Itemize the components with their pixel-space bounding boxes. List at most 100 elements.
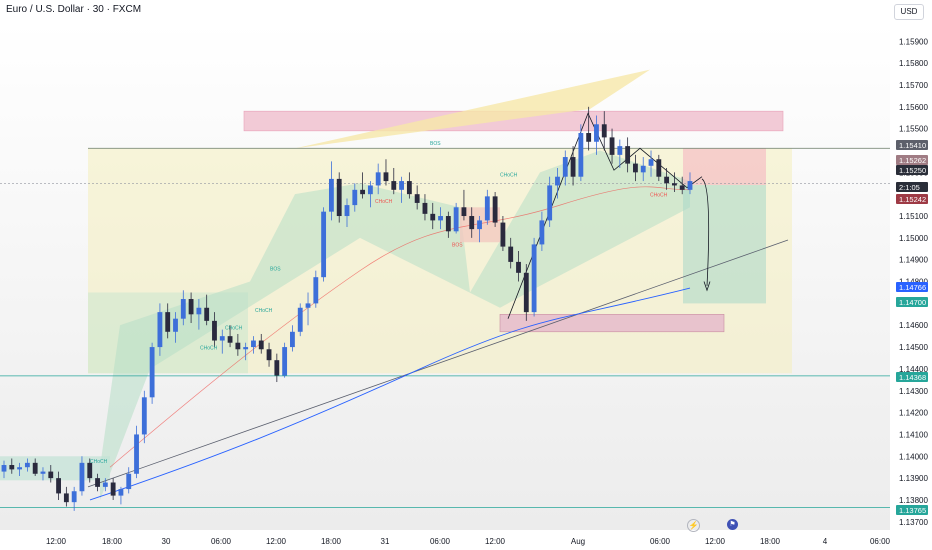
price-tick: 1.15900 (899, 37, 928, 46)
structure-label: CHoCH (90, 459, 108, 465)
candle-body (601, 124, 607, 138)
candle-body (430, 213, 436, 221)
candle-body (204, 307, 210, 321)
candle-body (188, 299, 194, 315)
candle-body (547, 185, 553, 221)
candle-body (321, 211, 327, 278)
price-tick: 1.13800 (899, 496, 928, 505)
candle-body (422, 202, 428, 214)
structure-label: CHoCH (650, 192, 668, 198)
candle-body (9, 465, 15, 470)
candle-body (523, 272, 529, 313)
candle-body (212, 320, 217, 341)
candle-body (290, 331, 295, 348)
candle-body (227, 336, 233, 343)
time-tick: 18:00 (102, 537, 123, 546)
structure-label: BOS (430, 141, 441, 147)
candlestick-chart[interactable]: BOS BOS CHoCH CHoCH CHoCH CHoCH CHoCH CHoCH CHoC… (0, 0, 932, 550)
candle-body (679, 185, 685, 190)
chart-title: Euro / U.S. Dollar · 30 · FXCM (6, 4, 142, 15)
candle-body (633, 163, 638, 173)
candle-body (516, 261, 521, 273)
price-tick: 1.14200 (899, 409, 928, 418)
time-tick: 4 (823, 537, 828, 546)
candle-body (243, 347, 249, 350)
time-tick: 18:00 (760, 537, 781, 546)
time-tick: 12:00 (705, 537, 726, 546)
price-tick: 1.14100 (899, 430, 928, 439)
candle-body (671, 183, 677, 186)
structure-label: CHoCH (255, 308, 273, 314)
time-tick: 06:00 (870, 537, 891, 546)
candle-body (383, 172, 389, 182)
candle-body (282, 347, 288, 376)
stop-loss-box (683, 148, 766, 186)
candle-body (173, 318, 178, 332)
candle-body (328, 178, 334, 212)
candle-body (445, 216, 451, 232)
structure-label: CHoCH (225, 326, 243, 332)
price-label-text: 2:1:05 (899, 183, 920, 192)
time-axis[interactable]: 12:00 18:00 30 06:00 12:00 18:00 31 06:00 12:00 A… (0, 532, 932, 550)
candle-body (102, 482, 108, 487)
take-profit-box (683, 185, 766, 304)
candle-body (71, 491, 77, 503)
candle-body (562, 157, 568, 177)
candle-body (367, 185, 373, 195)
price-label-text: 1.15410 (899, 141, 926, 150)
structure-label: BOS (452, 243, 463, 249)
price-tick: 1.14500 (899, 343, 928, 352)
candle-body (141, 397, 147, 435)
structure-label: CHoCH (500, 173, 518, 179)
candle-body (235, 342, 241, 350)
candle-body (17, 467, 23, 470)
time-tick: 06:00 (211, 537, 232, 546)
price-label-text: 1.14766 (899, 283, 926, 292)
time-tick: 12:00 (485, 537, 506, 546)
candle-body (157, 312, 163, 348)
candle-body (165, 312, 171, 332)
flag-icon[interactable]: ⚑ (727, 519, 738, 530)
time-tick: 12:00 (266, 537, 287, 546)
candle-body (24, 462, 30, 468)
price-tick: 1.15500 (899, 125, 928, 134)
demand-zone-lower (499, 314, 725, 333)
time-tick: 31 (381, 537, 390, 546)
structure-label: CHoCH (375, 199, 393, 205)
candle-body (196, 307, 202, 315)
candle-body (539, 220, 545, 245)
lightning-icon[interactable]: ⚡ (687, 519, 700, 532)
candle-body (87, 462, 93, 479)
price-label-text: 1.14368 (899, 373, 926, 382)
candle-body (274, 360, 280, 376)
candle-body (492, 196, 498, 223)
currency-button[interactable]: USD (894, 4, 924, 20)
time-tick: 12:00 (46, 537, 67, 546)
price-tick: 1.15000 (899, 234, 928, 243)
candle-body (344, 205, 350, 217)
candle-body (555, 176, 560, 186)
candle-body (640, 165, 646, 173)
price-tick: 1.15600 (899, 103, 928, 112)
candle-body (1, 465, 7, 472)
price-tick: 1.14300 (899, 387, 928, 396)
candle-body (95, 478, 100, 487)
candle-body (352, 189, 358, 206)
price-label-text: 1.15242 (899, 195, 926, 204)
candle-body (500, 222, 506, 247)
candle-body (477, 220, 482, 230)
price-tick: 1.15700 (899, 81, 928, 90)
candle-body (180, 299, 186, 319)
candle-body (118, 489, 124, 496)
candle-body (484, 196, 490, 221)
candle-body (531, 244, 537, 313)
candle-body (126, 473, 132, 490)
time-tick: 30 (162, 537, 171, 546)
candle-body (336, 178, 342, 217)
price-tick: 1.15800 (899, 59, 928, 68)
price-tick: 1.14600 (899, 321, 928, 330)
candle-body (617, 146, 623, 155)
candle-body (149, 347, 155, 398)
time-axis-background (0, 532, 932, 550)
candle-body (648, 159, 654, 166)
